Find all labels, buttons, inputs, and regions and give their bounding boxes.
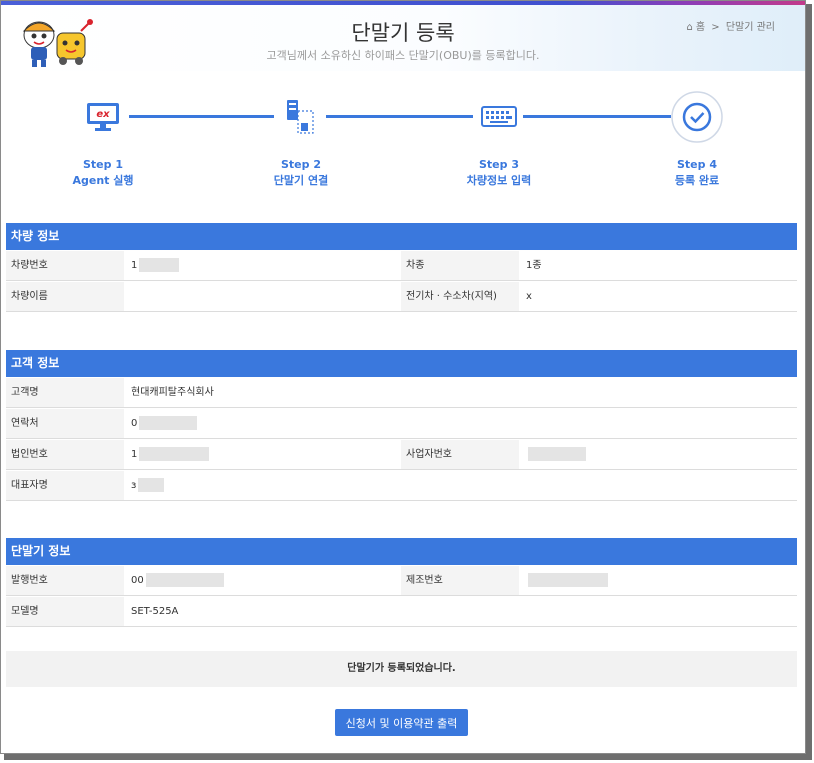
registration-complete-notice: 단말기가 등록되었습니다.: [6, 651, 797, 687]
representative-label: 대표자명: [6, 471, 124, 500]
redacted-block: [138, 478, 165, 492]
corp-number-label: 법인번호: [6, 440, 124, 469]
table-row: 대표자명 з: [6, 471, 797, 501]
vehicle-type-label: 차종: [401, 251, 519, 280]
redacted-block: [139, 447, 210, 461]
window-shadow: [806, 4, 812, 758]
vehicle-type-value: 1종: [526, 260, 542, 271]
page-frame: 단말기 등록 고객님께서 소유하신 하이패스 단말기(OBU)를 등록합니다. …: [0, 0, 806, 754]
vehicle-name-value: [126, 282, 396, 311]
biz-number-value: [521, 440, 791, 469]
table-row: 법인번호 1 사업자번호: [6, 440, 797, 470]
customer-name-value: 현대캐피탈주식회사: [131, 387, 214, 398]
corp-number-value: 1: [126, 440, 396, 469]
contact-label: 연락처: [6, 409, 124, 438]
redacted-block: [528, 447, 586, 461]
vehicle-info-header: 차량 정보: [6, 223, 797, 250]
step-4-label: Step 4 등록 완료: [674, 158, 720, 187]
redacted-block: [139, 416, 198, 430]
step-connector-line: [129, 115, 274, 118]
step-3-label: Step 3 차량정보 입력: [466, 158, 532, 187]
table-row: 차량번호 1 차종 1종: [6, 251, 797, 281]
redacted-block: [145, 573, 224, 587]
plate-value: 1: [126, 251, 396, 280]
customer-name-label: 고객명: [6, 378, 124, 407]
device-info-header: 단말기 정보: [6, 538, 797, 565]
step-connector-line: [523, 115, 671, 118]
page-header: 단말기 등록 고객님께서 소유하신 하이패스 단말기(OBU)를 등록합니다. …: [1, 5, 805, 71]
step-1-label: Step 1 Agent 실행: [72, 158, 134, 187]
serial-number-label: 제조번호: [401, 566, 519, 595]
agent-monitor-icon: ex: [77, 91, 129, 143]
breadcrumb-home[interactable]: 홈: [696, 22, 705, 33]
print-application-button[interactable]: 신청서 및 이용약관 출력: [335, 709, 468, 736]
home-icon[interactable]: ⌂: [686, 22, 692, 33]
window-shadow: [4, 754, 812, 760]
table-row: 고객명 현대캐피탈주식회사: [6, 378, 797, 408]
ev-label: 전기차 · 수소차(지역): [401, 282, 519, 311]
page-subtitle: 고객님께서 소유하신 하이패스 단말기(OBU)를 등록합니다.: [266, 49, 540, 62]
vehicle-name-label: 차량이름: [6, 282, 124, 311]
step-2-label: Step 2 단말기 연결: [273, 158, 329, 187]
model-label: 모델명: [6, 597, 124, 626]
representative-value: з: [126, 471, 726, 500]
table-row: 모델명 SET-525A: [6, 597, 797, 627]
ev-value: x: [526, 291, 532, 302]
model-value: SET-525A: [131, 606, 179, 617]
breadcrumb-separator: >: [711, 22, 720, 33]
check-circle-icon: [671, 91, 723, 143]
breadcrumb: ⌂ 홈 > 단말기 관리: [683, 18, 775, 33]
step-connector-line: [326, 115, 473, 118]
issue-number-label: 발행번호: [6, 566, 124, 595]
table-row: 연락처 0: [6, 409, 797, 439]
keyboard-icon: [473, 91, 525, 143]
svg-text:ex: ex: [96, 109, 110, 120]
customer-info-header: 고객 정보: [6, 350, 797, 377]
redacted-block: [139, 258, 180, 272]
table-row: 발행번호 00 제조번호: [6, 566, 797, 596]
plate-label: 차량번호: [6, 251, 124, 280]
serial-number-value: [521, 566, 791, 595]
redacted-block: [528, 573, 608, 587]
step-progress: ex Step 1 Agent 실행 Step 2 단말기 연결 Step 3 …: [1, 91, 805, 201]
contact-value: 0: [126, 409, 726, 438]
table-row: 차량이름 전기차 · 수소차(지역) x: [6, 282, 797, 312]
breadcrumb-current[interactable]: 단말기 관리: [726, 22, 775, 33]
device-connect-icon: [274, 91, 326, 143]
issue-number-value: 00: [126, 566, 396, 595]
biz-number-label: 사업자번호: [401, 440, 519, 469]
